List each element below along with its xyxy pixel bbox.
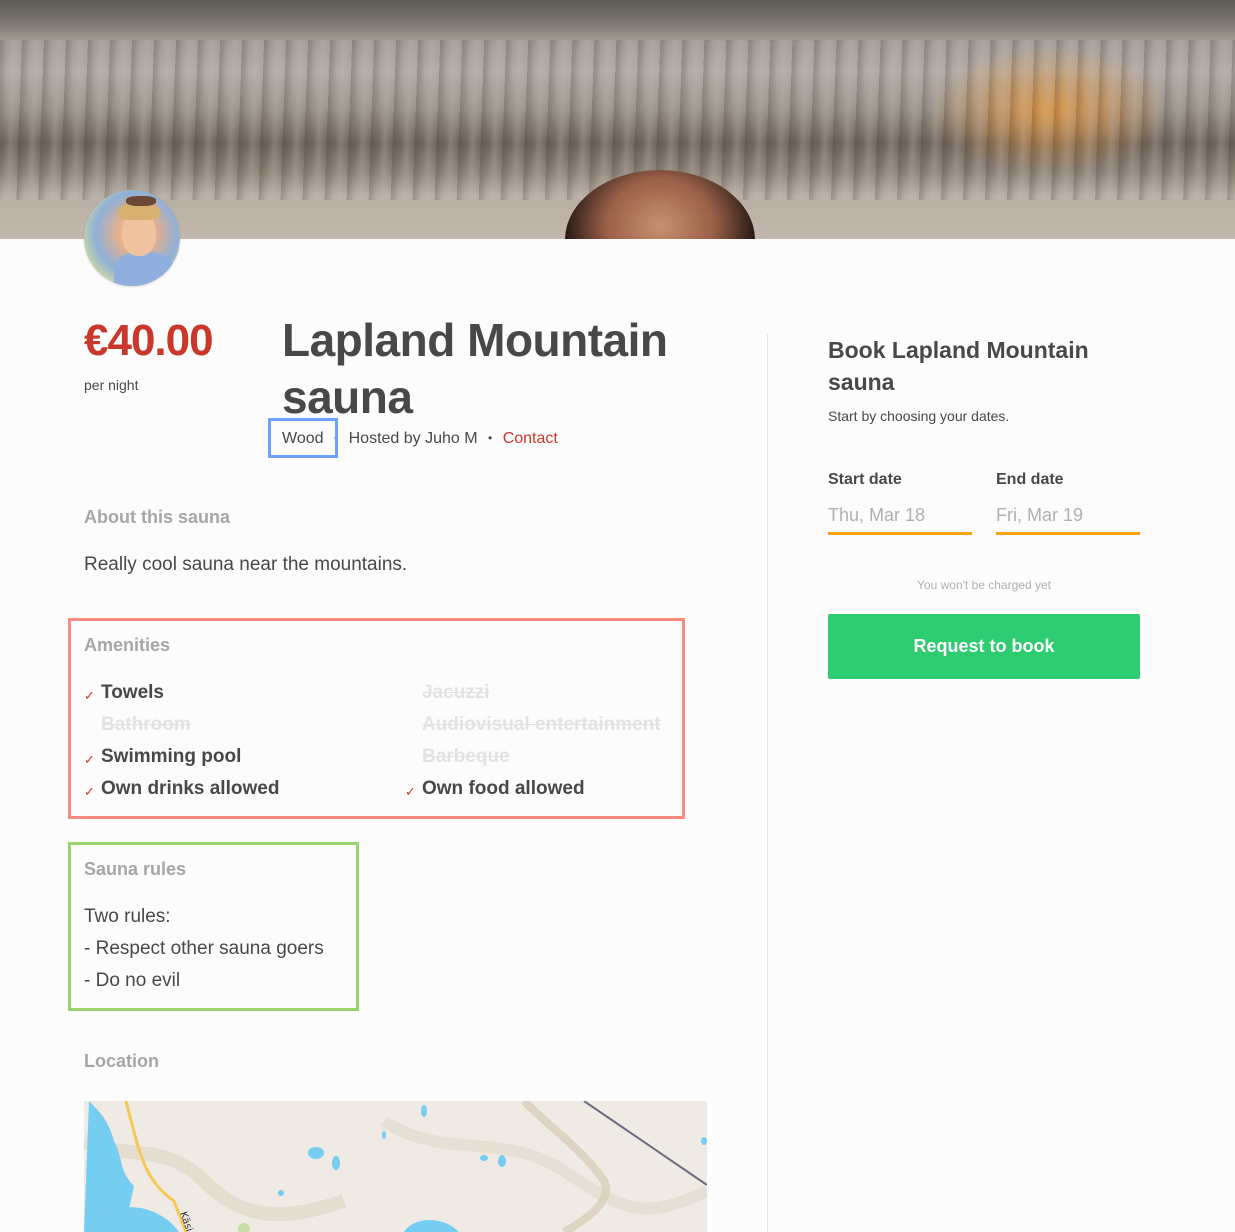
check-icon: ✓ xyxy=(84,752,95,767)
amenity-item: Own food allowed xyxy=(422,778,585,799)
amenity-item: Jacuzzi xyxy=(422,682,490,703)
amenity-item: Bathroom xyxy=(101,714,191,735)
end-date-label: End date xyxy=(996,471,1064,488)
amenity-item: Barbeque xyxy=(422,746,510,767)
column-divider xyxy=(767,334,768,1232)
location-map[interactable]: Käsi xyxy=(84,1101,707,1232)
location-heading: Location xyxy=(84,1051,159,1071)
check-icon: ✓ xyxy=(84,688,95,703)
price-unit: per night xyxy=(84,377,139,393)
rule-line: Two rules: xyxy=(84,906,171,927)
amenity-item: Towels xyxy=(101,682,164,703)
contact-link[interactable]: Contact xyxy=(503,430,558,447)
listing-title: Lapland Mountain sauna xyxy=(282,314,668,423)
check-icon: ✓ xyxy=(84,784,95,799)
booking-title: Book Lapland Mountain sauna xyxy=(828,337,1089,395)
start-date-input[interactable] xyxy=(828,498,972,535)
listing-price: €40.00 xyxy=(84,316,214,365)
sauna-type-highlight xyxy=(268,418,338,458)
end-date-input[interactable] xyxy=(996,498,1140,535)
separator-dot: • xyxy=(488,431,493,445)
amenity-item: Own drinks allowed xyxy=(101,778,280,799)
host-avatar[interactable] xyxy=(84,190,180,286)
check-icon: ✓ xyxy=(405,784,416,799)
host-name: Hosted by Juho M xyxy=(348,430,478,447)
amenities-heading: Amenities xyxy=(84,635,171,655)
about-heading: About this sauna xyxy=(84,507,231,527)
avatar-shirt xyxy=(114,252,174,286)
charge-note: You won't be charged yet xyxy=(917,578,1051,592)
hero-image xyxy=(0,0,1235,239)
hero-shrubs xyxy=(0,40,1235,200)
map-canvas: Käsi xyxy=(84,1101,707,1232)
rule-line: - Do no evil xyxy=(84,970,181,991)
amenity-item: Swimming pool xyxy=(101,746,242,767)
amenity-item: Audiovisual entertainment xyxy=(422,714,661,735)
about-text: Really cool sauna near the mountains. xyxy=(84,554,408,575)
start-date-label: Start date xyxy=(828,471,902,488)
request-to-book-button[interactable]: Request to book xyxy=(828,614,1140,679)
rules-heading: Sauna rules xyxy=(84,859,187,879)
booking-subtitle: Start by choosing your dates. xyxy=(828,408,1010,424)
rule-line: - Respect other sauna goers xyxy=(84,938,324,959)
avatar-sunglasses xyxy=(126,196,156,206)
